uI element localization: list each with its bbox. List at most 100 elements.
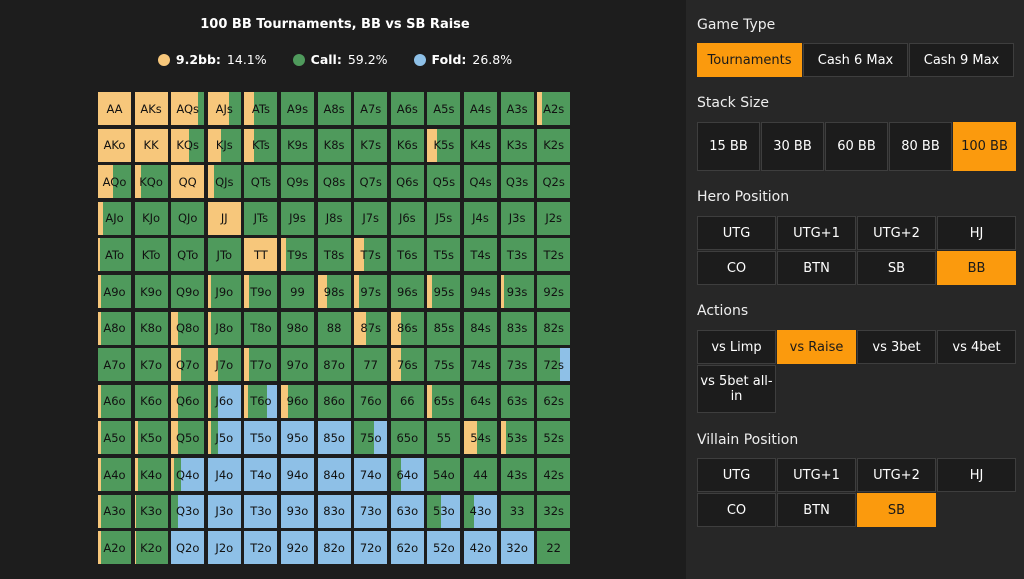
actions-vs-4bet-button[interactable]: vs 4bet — [937, 330, 1016, 364]
hand-cell-85s[interactable]: 85s — [427, 311, 461, 345]
hand-cell-T7s[interactable]: T7s — [354, 238, 388, 272]
hand-cell-K3s[interactable]: K3s — [500, 128, 534, 162]
hand-cell-KTo[interactable]: KTo — [134, 238, 168, 272]
hero-position-hj-button[interactable]: HJ — [937, 216, 1016, 250]
hand-cell-65s[interactable]: 65s — [427, 384, 461, 418]
hand-cell-T4s[interactable]: T4s — [464, 238, 497, 272]
hand-cell-A8s[interactable]: A8s — [317, 92, 351, 125]
hand-cell-42s[interactable]: 42s — [537, 458, 571, 491]
hand-cell-82s[interactable]: 82s — [537, 311, 571, 345]
hero-position-sb-button[interactable]: SB — [857, 251, 936, 285]
hand-cell-Q7o[interactable]: Q7o — [171, 348, 205, 382]
hand-cell-T3s[interactable]: T3s — [500, 238, 534, 272]
hand-cell-K5o[interactable]: K5o — [134, 421, 168, 455]
hand-cell-Q6s[interactable]: Q6s — [390, 165, 424, 199]
hand-cell-K6o[interactable]: K6o — [134, 384, 168, 418]
hand-cell-AQs[interactable]: AQs — [171, 92, 205, 125]
hand-cell-K9s[interactable]: K9s — [281, 128, 314, 162]
hand-cell-J9o[interactable]: J9o — [207, 275, 241, 308]
hand-cell-A4s[interactable]: A4s — [464, 92, 497, 125]
hand-cell-QTo[interactable]: QTo — [171, 238, 205, 272]
game-type-tournaments-button[interactable]: Tournaments — [697, 43, 802, 77]
hand-cell-T9o[interactable]: T9o — [244, 275, 278, 308]
hand-cell-64s[interactable]: 64s — [464, 384, 497, 418]
hand-cell-94o[interactable]: 94o — [281, 458, 314, 491]
hand-cell-K7o[interactable]: K7o — [134, 348, 168, 382]
hand-cell-T5o[interactable]: T5o — [244, 421, 278, 455]
hand-cell-97o[interactable]: 97o — [281, 348, 314, 382]
hand-cell-K5s[interactable]: K5s — [427, 128, 461, 162]
hand-cell-J3s[interactable]: J3s — [500, 201, 534, 235]
hand-cell-Q5o[interactable]: Q5o — [171, 421, 205, 455]
hand-cell-T6o[interactable]: T6o — [244, 384, 278, 418]
hand-cell-93s[interactable]: 93s — [500, 275, 534, 308]
actions-vs-3bet-button[interactable]: vs 3bet — [857, 330, 936, 364]
hand-cell-76o[interactable]: 76o — [354, 384, 388, 418]
hand-cell-75o[interactable]: 75o — [354, 421, 388, 455]
hand-cell-T8o[interactable]: T8o — [244, 311, 278, 345]
hand-cell-Q3o[interactable]: Q3o — [171, 494, 205, 528]
hand-cell-Q2s[interactable]: Q2s — [537, 165, 571, 199]
hand-cell-T5s[interactable]: T5s — [427, 238, 461, 272]
hand-cell-98s[interactable]: 98s — [317, 275, 351, 308]
hand-cell-J6o[interactable]: J6o — [207, 384, 241, 418]
hand-cell-76s[interactable]: 76s — [390, 348, 424, 382]
hand-cell-85o[interactable]: 85o — [317, 421, 351, 455]
hand-cell-63o[interactable]: 63o — [390, 494, 424, 528]
hand-cell-T8s[interactable]: T8s — [317, 238, 351, 272]
hero-position-utg2-button[interactable]: UTG+2 — [857, 216, 936, 250]
hand-cell-K8o[interactable]: K8o — [134, 311, 168, 345]
hand-cell-T6s[interactable]: T6s — [390, 238, 424, 272]
actions-vs-limp-button[interactable]: vs Limp — [697, 330, 776, 364]
hand-cell-86s[interactable]: 86s — [390, 311, 424, 345]
hand-cell-AJo[interactable]: AJo — [98, 201, 131, 235]
hand-cell-KJo[interactable]: KJo — [134, 201, 168, 235]
hand-cell-A7s[interactable]: A7s — [354, 92, 388, 125]
hand-cell-96o[interactable]: 96o — [281, 384, 314, 418]
hand-cell-A3o[interactable]: A3o — [98, 494, 131, 528]
hand-cell-83s[interactable]: 83s — [500, 311, 534, 345]
hand-cell-K7s[interactable]: K7s — [354, 128, 388, 162]
hand-cell-95s[interactable]: 95s — [427, 275, 461, 308]
hand-cell-K3o[interactable]: K3o — [134, 494, 168, 528]
hand-cell-J4s[interactable]: J4s — [464, 201, 497, 235]
hand-cell-A9s[interactable]: A9s — [281, 92, 314, 125]
hand-cell-32s[interactable]: 32s — [537, 494, 571, 528]
hand-cell-54o[interactable]: 54o — [427, 458, 461, 491]
hand-cell-Q4s[interactable]: Q4s — [464, 165, 497, 199]
hand-cell-Q8s[interactable]: Q8s — [317, 165, 351, 199]
hero-position-bb-button[interactable]: BB — [937, 251, 1016, 285]
stack-size-60bb-button[interactable]: 60 BB — [825, 122, 888, 171]
villain-position-btn-button[interactable]: BTN — [777, 493, 856, 527]
hand-cell-KJs[interactable]: KJs — [207, 128, 241, 162]
hand-cell-88[interactable]: 88 — [317, 311, 351, 345]
hand-cell-K4o[interactable]: K4o — [134, 458, 168, 491]
hand-cell-KTs[interactable]: KTs — [244, 128, 278, 162]
villain-position-sb-button[interactable]: SB — [857, 493, 936, 527]
actions-vs-raise-button[interactable]: vs Raise — [777, 330, 856, 364]
hand-cell-J7s[interactable]: J7s — [354, 201, 388, 235]
hand-cell-T2o[interactable]: T2o — [244, 531, 278, 565]
hand-cell-87s[interactable]: 87s — [354, 311, 388, 345]
hand-cell-A9o[interactable]: A9o — [98, 275, 131, 308]
hand-cell-62s[interactable]: 62s — [537, 384, 571, 418]
hand-cell-AKo[interactable]: AKo — [98, 128, 131, 162]
hand-cell-TT[interactable]: TT — [244, 238, 278, 272]
hand-cell-AQo[interactable]: AQo — [98, 165, 131, 199]
hand-cell-A2o[interactable]: A2o — [98, 531, 131, 565]
hand-cell-82o[interactable]: 82o — [317, 531, 351, 565]
hand-cell-J5s[interactable]: J5s — [427, 201, 461, 235]
villain-position-utg1-button[interactable]: UTG+1 — [777, 458, 856, 492]
hand-cell-QJs[interactable]: QJs — [207, 165, 241, 199]
villain-position-co-button[interactable]: CO — [697, 493, 776, 527]
stack-size-30bb-button[interactable]: 30 BB — [761, 122, 824, 171]
game-type-cash-9-max-button[interactable]: Cash 9 Max — [909, 43, 1014, 77]
hand-cell-63s[interactable]: 63s — [500, 384, 534, 418]
hand-cell-QJo[interactable]: QJo — [171, 201, 205, 235]
hand-cell-84s[interactable]: 84s — [464, 311, 497, 345]
hand-cell-98o[interactable]: 98o — [281, 311, 314, 345]
hand-cell-92o[interactable]: 92o — [281, 531, 314, 565]
hand-cell-T4o[interactable]: T4o — [244, 458, 278, 491]
hand-cell-K6s[interactable]: K6s — [390, 128, 424, 162]
hand-cell-92s[interactable]: 92s — [537, 275, 571, 308]
